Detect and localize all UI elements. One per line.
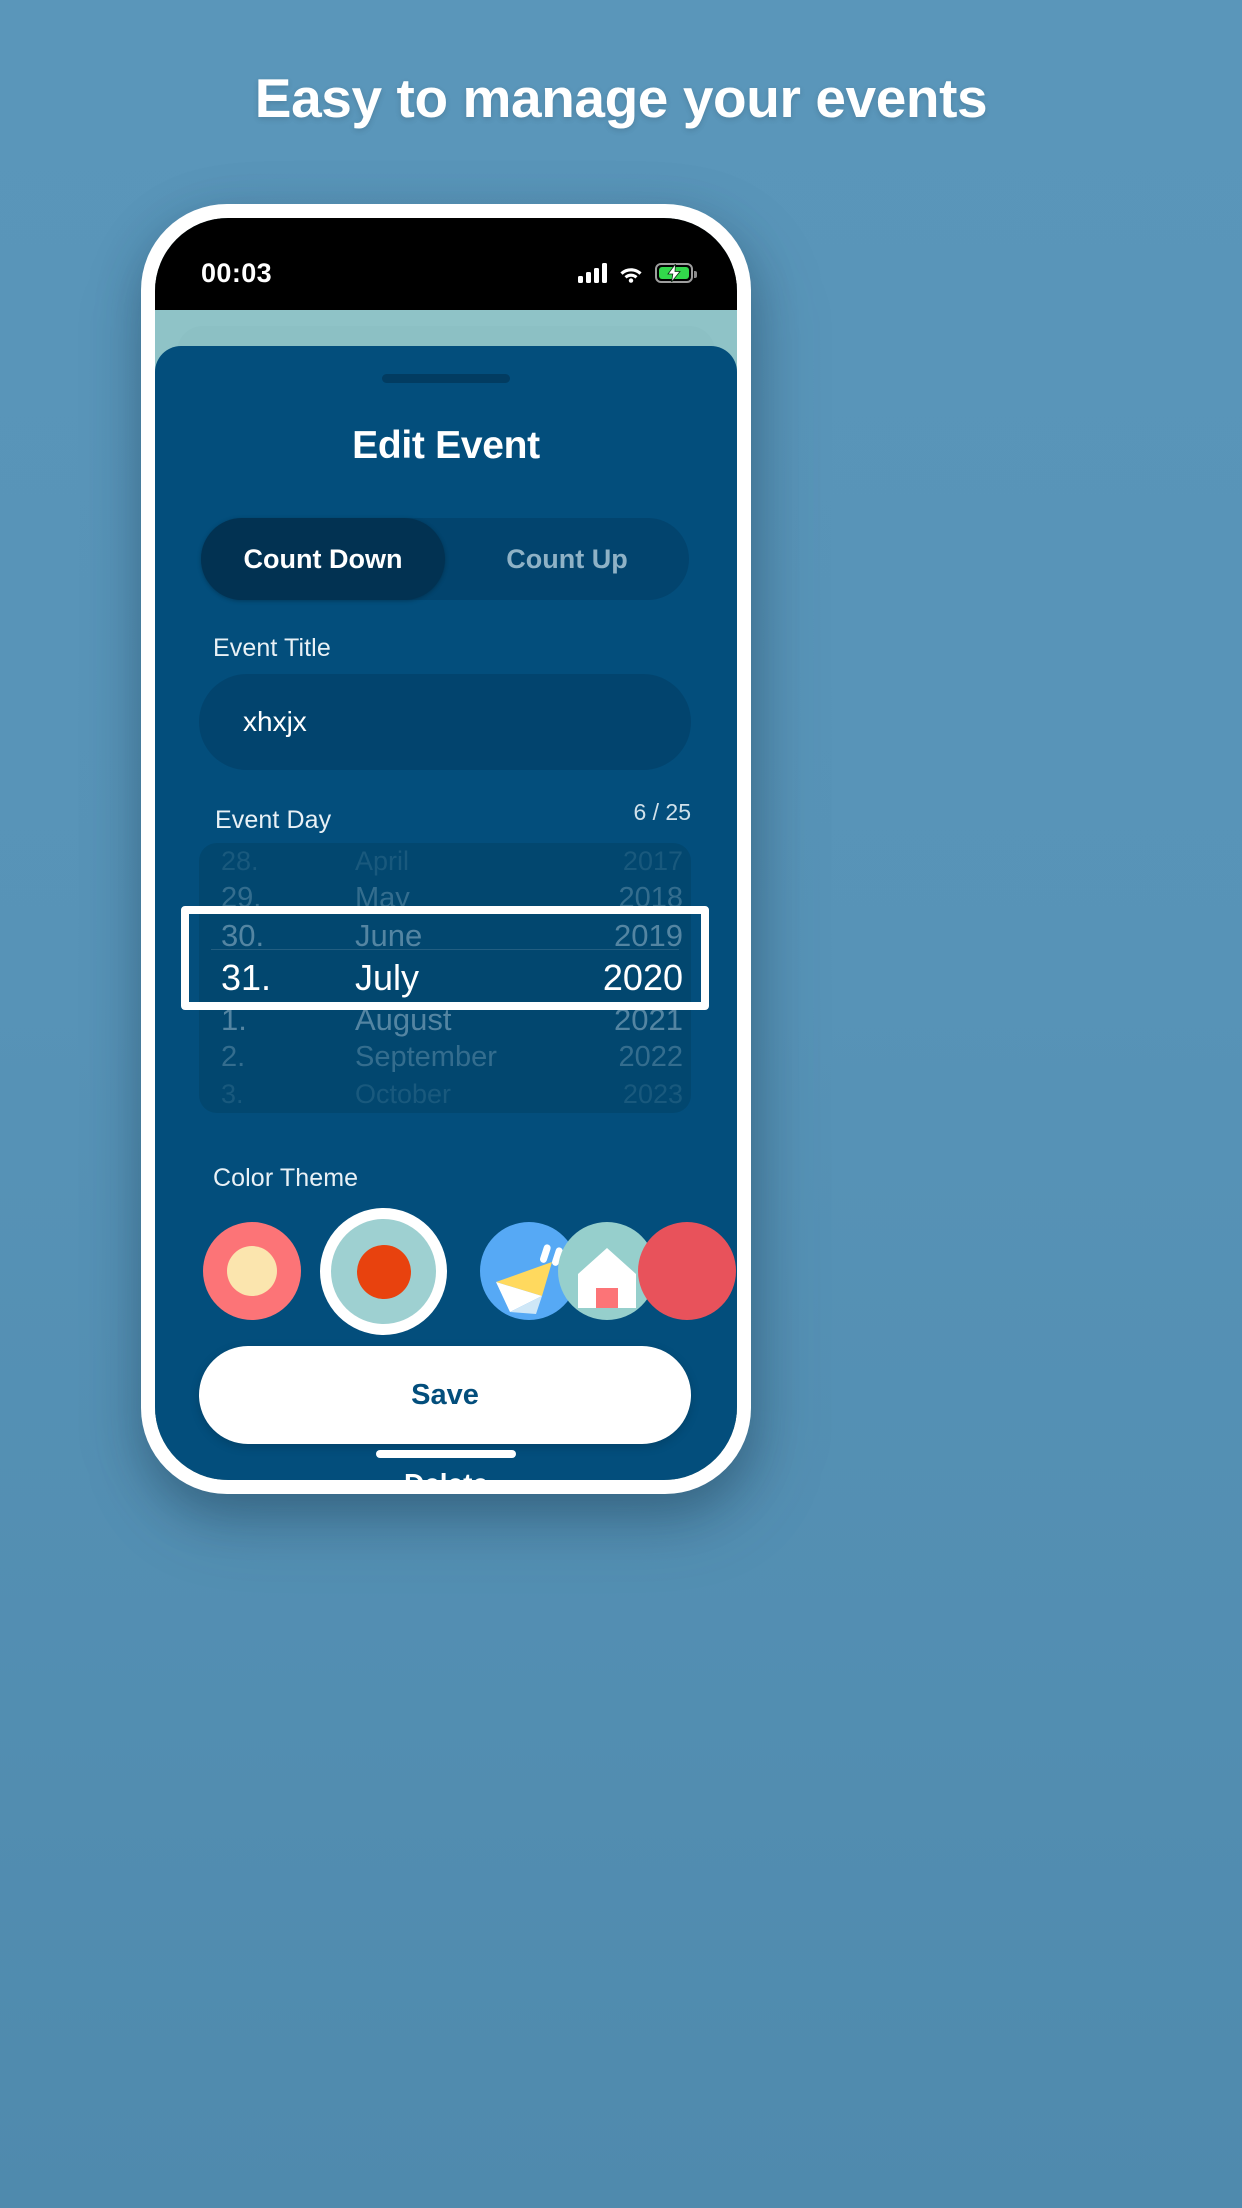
date-picker-month-column[interactable]: April May June July August September Oct… xyxy=(347,843,543,1113)
home-indicator[interactable] xyxy=(376,1450,516,1458)
picker-option[interactable]: May xyxy=(355,880,410,917)
phone-frame: Edit Event Count Down Count Up Event Tit… xyxy=(141,204,751,1494)
save-button[interactable]: Save xyxy=(199,1346,691,1444)
sheet-drag-handle[interactable] xyxy=(382,374,510,383)
picker-option[interactable]: 3. xyxy=(221,1076,244,1113)
picker-option[interactable]: 2018 xyxy=(618,880,683,917)
swatch-teal-center xyxy=(356,1244,411,1299)
mode-segmented-control[interactable]: Count Down Count Up xyxy=(201,518,689,600)
picker-option[interactable]: 2022 xyxy=(618,1039,683,1076)
picker-option[interactable]: September xyxy=(355,1039,497,1076)
color-theme-label: Color Theme xyxy=(213,1164,359,1192)
wifi-icon xyxy=(620,267,642,283)
delete-button[interactable]: Delete xyxy=(155,1468,737,1480)
cellular-bars-icon xyxy=(578,263,607,283)
status-bar-icons xyxy=(578,263,697,283)
page-title: Edit Event xyxy=(352,424,540,467)
battery-charging-icon xyxy=(655,263,697,283)
tab-count-down[interactable]: Count Down xyxy=(201,518,445,600)
date-picker[interactable]: 28. 29. 30. 31. 1. 2. 3. April May June … xyxy=(199,843,691,1113)
event-title-input[interactable]: xhxjx xyxy=(199,674,691,770)
date-picker-day-column[interactable]: 28. 29. 30. 31. 1. 2. 3. xyxy=(199,843,339,1113)
phone-screen: Edit Event Count Down Count Up Event Tit… xyxy=(155,218,737,1480)
picker-option[interactable]: April xyxy=(355,843,409,880)
date-picker-year-column[interactable]: 2017 2018 2019 2020 2021 2022 2023 xyxy=(543,843,691,1113)
promo-page: Easy to manage your events Edit Event Co… xyxy=(0,0,1242,2208)
status-bar-time: 00:03 xyxy=(201,257,273,288)
battery-fill xyxy=(658,264,690,282)
picker-option[interactable]: 30. xyxy=(221,917,264,954)
event-title-label: Event Title xyxy=(213,634,331,662)
picker-option[interactable]: 2017 xyxy=(623,843,683,880)
picker-option[interactable]: 1. xyxy=(221,1002,247,1039)
picker-option-selected[interactable]: 2020 xyxy=(603,954,683,1002)
color-theme-swatch-row xyxy=(155,1208,737,1338)
picker-option[interactable]: August xyxy=(355,1002,452,1039)
character-counter: 6 / 25 xyxy=(633,799,691,825)
edit-event-sheet: Edit Event Count Down Count Up Event Tit… xyxy=(155,346,737,1480)
tab-count-up[interactable]: Count Up xyxy=(445,518,689,600)
charging-bolt-icon xyxy=(667,264,681,282)
picker-option[interactable]: 28. xyxy=(221,843,259,880)
event-day-label: Event Day xyxy=(215,806,332,834)
status-bar: 00:03 xyxy=(155,218,737,310)
page-headline: Easy to manage your events xyxy=(254,67,988,129)
picker-option[interactable]: 2023 xyxy=(623,1076,683,1113)
swatch-coral-center xyxy=(227,1246,277,1296)
picker-option[interactable]: 2019 xyxy=(614,917,683,954)
picker-option-selected[interactable]: July xyxy=(355,954,419,1002)
picker-option[interactable]: 2021 xyxy=(614,1002,683,1039)
swatch-teal-selected[interactable] xyxy=(320,1208,447,1335)
picker-option[interactable]: 29. xyxy=(221,880,261,917)
swatch-red[interactable] xyxy=(638,1222,736,1320)
picker-option[interactable]: June xyxy=(355,917,422,954)
swatch-teal-ring xyxy=(331,1219,436,1324)
swatch-coral[interactable] xyxy=(203,1222,301,1320)
picker-option-selected[interactable]: 31. xyxy=(221,954,271,1002)
picker-option[interactable]: October xyxy=(355,1076,451,1113)
picker-option[interactable]: 2. xyxy=(221,1039,245,1076)
